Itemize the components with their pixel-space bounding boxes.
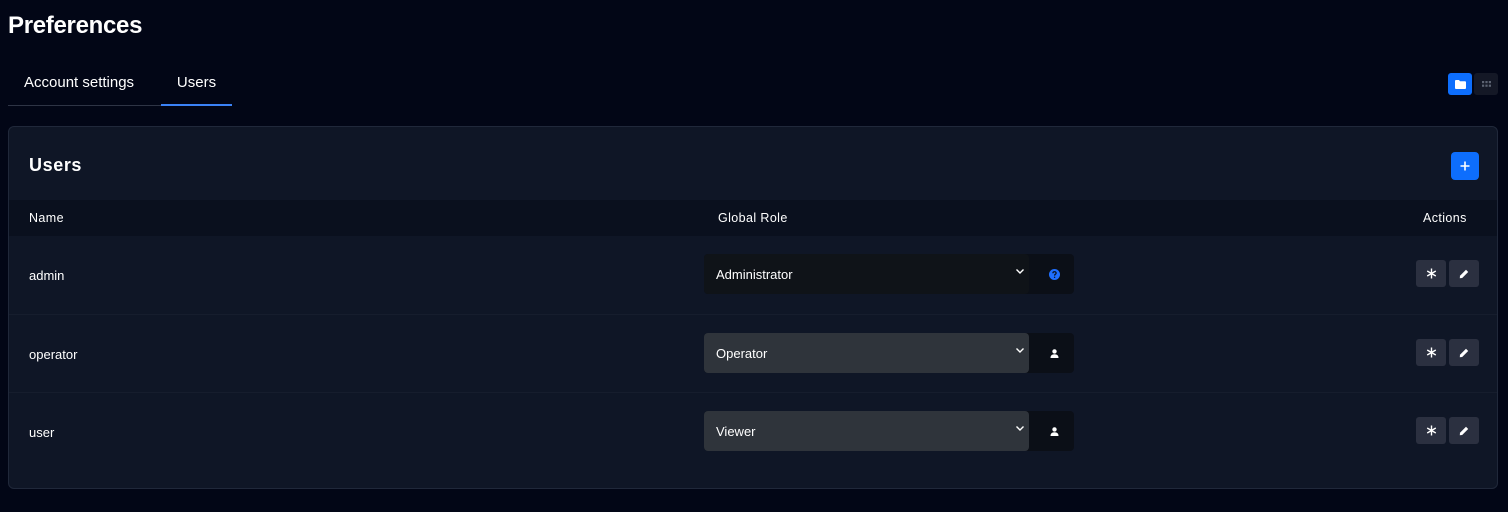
role-value: Operator (716, 345, 768, 361)
user-name: user (29, 425, 55, 440)
add-user-button[interactable] (1451, 152, 1479, 180)
column-header-global-role: Global Role (718, 211, 788, 225)
role-field: Operator (704, 333, 1074, 373)
column-header-name: Name (29, 211, 64, 225)
preferences-tabs: Account settings Users (8, 62, 232, 106)
chevron-down-icon (1016, 426, 1024, 431)
help-icon (1049, 268, 1060, 280)
chevron-down-icon (1016, 269, 1024, 274)
tab-users[interactable]: Users (161, 62, 232, 106)
table-row: user Viewer (9, 392, 1497, 470)
asterisk-icon (1426, 425, 1436, 436)
view-toggle (1448, 73, 1498, 95)
role-user-addon[interactable] (1035, 411, 1074, 451)
folder-view-button[interactable] (1448, 73, 1472, 95)
edit-user-button[interactable] (1449, 260, 1479, 287)
reset-password-button[interactable] (1416, 339, 1446, 366)
global-role-select[interactable]: Viewer (704, 411, 1029, 451)
role-value: Viewer (716, 423, 756, 439)
users-card: Users Name Global Role Actions admin Adm… (8, 126, 1498, 489)
reset-password-button[interactable] (1416, 260, 1446, 287)
folder-icon (1454, 79, 1466, 89)
user-icon (1050, 348, 1059, 358)
user-icon (1050, 426, 1059, 436)
user-name: admin (29, 268, 65, 283)
role-help[interactable] (1035, 254, 1074, 294)
users-card-title: Users (29, 155, 83, 175)
chevron-down-icon (1016, 348, 1024, 353)
pencil-icon (1459, 348, 1469, 357)
pencil-icon (1459, 426, 1469, 435)
asterisk-icon (1426, 347, 1436, 358)
column-header-actions: Actions (1423, 211, 1467, 225)
edit-user-button[interactable] (1449, 339, 1479, 366)
role-value: Administrator (716, 266, 793, 282)
table-row: operator Operator (9, 314, 1497, 392)
edit-user-button[interactable] (1449, 417, 1479, 444)
tab-account-settings[interactable]: Account settings (8, 62, 161, 106)
role-field: Administrator (704, 254, 1074, 294)
reset-password-button[interactable] (1416, 417, 1446, 444)
plus-icon (1460, 161, 1470, 171)
role-field: Viewer (704, 411, 1074, 451)
asterisk-icon (1426, 268, 1436, 279)
table-row: admin Administrator (9, 236, 1497, 314)
user-name: operator (29, 347, 78, 362)
global-role-select[interactable]: Operator (704, 333, 1029, 373)
role-user-addon[interactable] (1035, 333, 1074, 373)
grid-view-button[interactable] (1474, 73, 1498, 95)
page-title: Preferences (8, 12, 143, 39)
users-table-header: Name Global Role Actions (9, 200, 1497, 236)
pencil-icon (1459, 269, 1469, 278)
global-role-select[interactable]: Administrator (704, 254, 1029, 294)
grid-icon (1481, 81, 1491, 87)
